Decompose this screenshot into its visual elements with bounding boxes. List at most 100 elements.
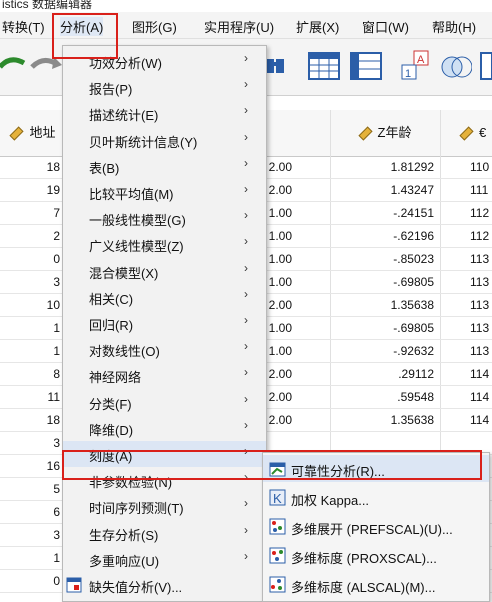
cell-next[interactable]: 112 (470, 225, 492, 247)
cell-address[interactable]: 0 (0, 248, 60, 270)
chevron-right-icon: › (244, 417, 248, 432)
cell-address[interactable]: 2 (0, 225, 60, 247)
cell-address[interactable]: 19 (0, 179, 60, 201)
cell-address[interactable]: 16 (0, 455, 60, 477)
cell-z-age[interactable]: -.69805 (330, 317, 434, 339)
menu-item-label: 相关(C) (89, 291, 134, 307)
cell-next[interactable] (470, 432, 492, 454)
menu-item-multiple-response[interactable]: 多重响应(U) › (63, 546, 266, 572)
menu-item-general-linear-model[interactable]: 一般线性模型(G) › (63, 205, 266, 231)
cell-address[interactable]: 5 (0, 478, 60, 500)
menu-item-generalized-linear-models[interactable]: 广义线性模型(Z) › (63, 231, 266, 257)
value-labels-icon[interactable]: A1 (400, 49, 432, 81)
cell-z-age[interactable]: -.62196 (330, 225, 434, 247)
menu-item-mixed-models[interactable]: 混合模型(X) › (63, 258, 266, 284)
submenu-item-weighted-kappa[interactable]: K 加权 Kappa... (263, 484, 489, 511)
menu-item-label: 神经网络 (89, 370, 142, 386)
menu-item-regression[interactable]: 回归(R) › (63, 310, 266, 336)
column-header-address[interactable]: 地址 (0, 110, 66, 156)
menu-help[interactable]: 帮助(H) (432, 17, 476, 36)
cell-z-age[interactable]: 1.35638 (330, 409, 434, 431)
submenu-item-label: 多维展开 (PREFSCAL)(U)... (291, 522, 453, 537)
menu-item-nonparametric-tests[interactable]: 非参数检验(N) › (63, 467, 266, 493)
undo-icon[interactable] (0, 49, 32, 81)
cell-address[interactable]: 18 (0, 409, 60, 431)
column-header-z-age[interactable]: Z年龄 (330, 110, 440, 156)
menu-item-survival[interactable]: 生存分析(S) › (63, 520, 266, 546)
submenu-item-reliability-analysis[interactable]: 可靠性分析(R)... (263, 455, 489, 482)
use-sets-icon[interactable] (440, 49, 473, 81)
submenu-item-alscal[interactable]: 多维标度 (ALSCAL)(M)... (263, 571, 489, 598)
cell-z-age[interactable]: -.69805 (330, 271, 434, 293)
menu-item-loglinear[interactable]: 对数线性(O) › (63, 336, 266, 362)
cell-address[interactable]: 1 (0, 340, 60, 362)
menu-item-descriptive-statistics[interactable]: 描述统计(E) › (63, 100, 266, 126)
cell-address[interactable]: 1 (0, 547, 60, 569)
cell-address[interactable]: 1 (0, 317, 60, 339)
menu-item-forecasting[interactable]: 时间序列预测(T) › (63, 493, 266, 519)
column-header-next[interactable]: € (459, 110, 492, 156)
cell-next[interactable]: 113 (470, 340, 492, 362)
menu-item-correlate[interactable]: 相关(C) › (63, 284, 266, 310)
cell-next[interactable]: 111 (470, 179, 492, 201)
cell-address[interactable]: 18 (0, 156, 60, 178)
missing-values-icon (66, 577, 82, 593)
menu-item-classify[interactable]: 分类(F) › (63, 389, 266, 415)
cell-next[interactable]: 113 (470, 294, 492, 316)
cell-z-age[interactable]: -.24151 (330, 202, 434, 224)
cell-address[interactable]: 3 (0, 524, 60, 546)
menu-analyze[interactable]: 分析(A) (60, 17, 104, 36)
cell-address[interactable]: 6 (0, 501, 60, 523)
cell-z-age[interactable]: -.85023 (330, 248, 434, 270)
submenu-item-label: 多维标度 (PROXSCAL)... (291, 551, 437, 566)
cell-next[interactable]: 114 (470, 409, 492, 431)
redo-icon[interactable] (30, 49, 62, 81)
cell-address[interactable]: 11 (0, 386, 60, 408)
submenu-item-proxscal[interactable]: 多维标度 (PROXSCAL)... (263, 542, 489, 569)
chevron-right-icon: › (244, 313, 248, 327)
toolbar-more-icon[interactable] (480, 49, 492, 81)
cell-z-age[interactable]: 1.35638 (330, 294, 434, 316)
cell-z-age[interactable]: -.92632 (330, 340, 434, 362)
cell-next[interactable]: 114 (470, 363, 492, 385)
menu-item-label: 描述统计(E) (89, 108, 159, 124)
cell-z-age[interactable]: .59548 (330, 386, 434, 408)
menu-item-compare-means[interactable]: 比较平均值(M) › (63, 179, 266, 205)
menu-item-label: 功效分析(W) (89, 56, 162, 71)
cell-next[interactable]: 113 (470, 248, 492, 270)
menu-transform[interactable]: 转换(T) (2, 17, 45, 36)
menu-item-scale[interactable]: 刻度(A) › (63, 441, 266, 467)
cell-address[interactable]: 0 (0, 570, 60, 592)
cell-address[interactable]: 10 (0, 294, 60, 316)
cell-address[interactable]: 7 (0, 202, 60, 224)
menu-utilities[interactable]: 实用程序(U) (204, 17, 274, 36)
cell-z-age[interactable]: 1.81292 (330, 156, 434, 178)
menu-item-reports[interactable]: 报告(P) › (63, 74, 266, 100)
cell-next[interactable]: 112 (470, 202, 492, 224)
menu-extensions[interactable]: 扩展(X) (296, 17, 339, 36)
cell-address[interactable]: 3 (0, 271, 60, 293)
cell-next[interactable]: 110 (470, 156, 492, 178)
cell-z-age[interactable]: 1.43247 (330, 179, 434, 201)
menu-item-neural-networks[interactable]: 神经网络 › (63, 362, 266, 388)
menu-item-power-analysis[interactable]: 功效分析(W) › (63, 48, 266, 74)
data-grid-icon[interactable] (308, 49, 340, 81)
menu-item-bayesian-statistics[interactable]: 贝叶斯统计信息(Y) › (63, 127, 266, 153)
cell-next[interactable]: 113 (470, 271, 492, 293)
menu-item-tables[interactable]: 表(B) › (63, 153, 266, 179)
cell-z-age[interactable]: .29112 (330, 363, 434, 385)
cell-next[interactable]: 114 (470, 386, 492, 408)
menu-window[interactable]: 窗口(W) (362, 17, 409, 36)
scale-submenu: 可靠性分析(R)... K 加权 Kappa... 多维展开 (PREFSCAL)(U… (262, 452, 490, 602)
submenu-item-prefscal[interactable]: 多维展开 (PREFSCAL)(U)... (263, 513, 489, 540)
menu-graphs[interactable]: 图形(G) (132, 17, 177, 36)
cell-address[interactable]: 3 (0, 432, 60, 454)
cell-z-age[interactable] (330, 432, 434, 454)
cell-address[interactable]: 8 (0, 363, 60, 385)
variable-view-icon[interactable] (350, 49, 382, 81)
cell-next[interactable]: 113 (470, 317, 492, 339)
chevron-right-icon: › (244, 391, 248, 406)
menu-item-dimension-reduction[interactable]: 降维(D) › (63, 415, 266, 441)
chevron-right-icon: › (244, 182, 248, 196)
menu-item-missing-value-analysis[interactable]: 缺失值分析(V)... (63, 572, 266, 598)
